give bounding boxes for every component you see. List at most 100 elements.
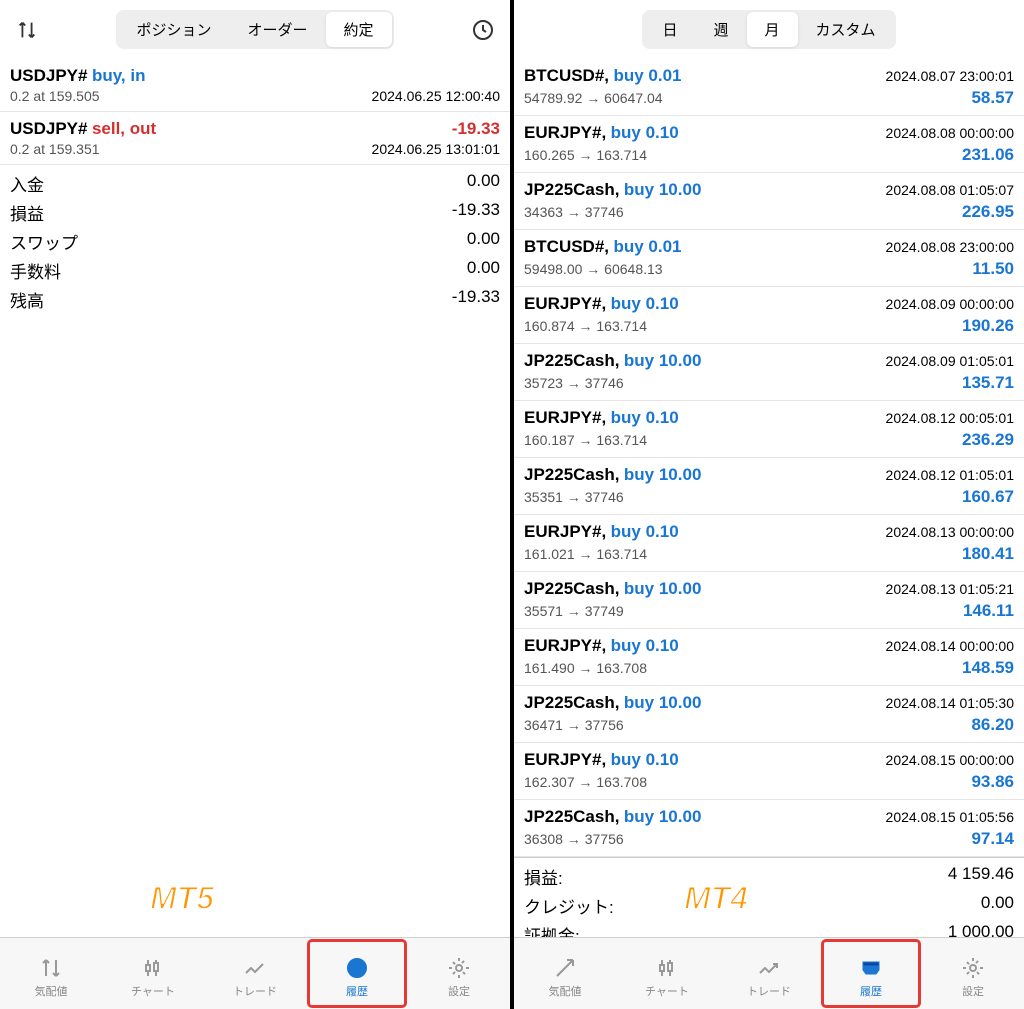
- action-label: buy 0.10: [611, 408, 679, 427]
- trade-value: 58.57: [971, 88, 1014, 108]
- trade-value: -19.33: [452, 119, 500, 139]
- nav-tab-chart[interactable]: チャート: [102, 938, 204, 1009]
- tabbar-right: 気配値 チャートトレード履歴 設定: [514, 937, 1024, 1009]
- mt5-pane: ポジション オーダー 約定 USDJPY# buy, in 0.2 at 159…: [0, 0, 510, 1009]
- nav-label: 履歴: [860, 983, 882, 999]
- trade-timestamp: 2024.08.13 01:05:21: [886, 581, 1014, 597]
- nav-tab-trade[interactable]: トレード: [204, 938, 306, 1009]
- trade-row[interactable]: EURJPY#, buy 0.10 2024.08.12 00:05:01 16…: [514, 401, 1024, 458]
- nav-label: 履歴: [346, 983, 368, 999]
- trade-detail: 0.2 at 159.505: [10, 88, 100, 104]
- action-label: buy 10.00: [624, 807, 702, 826]
- action-label: buy, in: [92, 66, 146, 85]
- trade-detail: 59498.00 → 60648.13: [524, 261, 663, 277]
- trade-icon: [242, 955, 268, 981]
- trade-timestamp: 2024.08.14 01:05:30: [886, 695, 1014, 711]
- trade-timestamp: 2024.08.15 01:05:56: [886, 809, 1014, 825]
- tab-order[interactable]: オーダー: [229, 12, 325, 47]
- trades-list-right: BTCUSD#, buy 0.01 2024.08.07 23:00:01 54…: [514, 59, 1024, 937]
- tab-day[interactable]: 日: [644, 12, 695, 47]
- trade-value: 86.20: [971, 715, 1014, 735]
- trade-timestamp: 2024.08.13 00:00:00: [886, 524, 1014, 540]
- trade-row[interactable]: USDJPY# buy, in 0.2 at 159.505 2024.06.2…: [0, 59, 510, 112]
- trade-value: 146.11: [963, 601, 1014, 621]
- summary-value: 1 000.00: [948, 922, 1014, 937]
- summary-label: 損益:: [524, 864, 563, 889]
- nav-tab-chart[interactable]: チャート: [616, 938, 718, 1009]
- settings-icon: [446, 955, 472, 981]
- nav-tab-history[interactable]: 履歴: [820, 938, 922, 1009]
- nav-tab-history[interactable]: 履歴: [306, 938, 408, 1009]
- trade-timestamp: 2024.08.08 23:00:00: [886, 239, 1014, 255]
- trade-row[interactable]: JP225Cash, buy 10.00 2024.08.12 01:05:01…: [514, 458, 1024, 515]
- trade-detail: 35571 → 37749: [524, 603, 624, 619]
- trade-detail: 36308 → 37756: [524, 831, 624, 847]
- nav-label: 気配値: [549, 983, 582, 999]
- trade-detail: 160.874 → 163.714: [524, 318, 647, 334]
- nav-tab-settings[interactable]: 設定: [408, 938, 510, 1009]
- summary-value: -19.33: [452, 287, 500, 312]
- trade-row[interactable]: BTCUSD#, buy 0.01 2024.08.08 23:00:00 59…: [514, 230, 1024, 287]
- nav-tab-trade[interactable]: トレード: [718, 938, 820, 1009]
- trade-timestamp: 2024.06.25 12:00:40: [372, 88, 500, 104]
- trade-row[interactable]: JP225Cash, buy 10.00 2024.08.09 01:05:01…: [514, 344, 1024, 401]
- sort-icon[interactable]: [14, 17, 40, 43]
- action-label: buy 10.00: [624, 465, 702, 484]
- header-left: ポジション オーダー 約定: [0, 0, 510, 59]
- trade-row[interactable]: USDJPY# sell, out -19.33 0.2 at 159.351 …: [0, 112, 510, 165]
- tab-custom[interactable]: カスタム: [798, 12, 894, 47]
- symbol: JP225Cash,: [524, 180, 619, 199]
- summary-label: 手数料: [10, 258, 61, 283]
- action-label: buy 0.10: [611, 636, 679, 655]
- nav-tab-settings[interactable]: 設定: [922, 938, 1024, 1009]
- tab-month[interactable]: 月: [747, 12, 798, 47]
- summary-row: 証拠金:1 000.00: [524, 920, 1014, 937]
- summary-value: 0.00: [467, 229, 500, 254]
- nav-label: 設定: [448, 983, 470, 999]
- symbol: JP225Cash,: [524, 693, 619, 712]
- trade-row[interactable]: JP225Cash, buy 10.00 2024.08.15 01:05:56…: [514, 800, 1024, 857]
- action-label: buy 0.10: [611, 750, 679, 769]
- history-icon: [344, 955, 370, 981]
- tab-deals[interactable]: 約定: [326, 12, 392, 47]
- trade-row[interactable]: EURJPY#, buy 0.10 2024.08.15 00:00:00 16…: [514, 743, 1024, 800]
- tab-week[interactable]: 週: [695, 12, 746, 47]
- trade-timestamp: 2024.06.25 13:01:01: [372, 141, 500, 157]
- trade-detail: 161.021 → 163.714: [524, 546, 647, 562]
- summary-row: 損益: 4 159.46: [524, 862, 1014, 891]
- trade-value: 160.67: [962, 487, 1014, 507]
- trade-row[interactable]: EURJPY#, buy 0.10 2024.08.09 00:00:00 16…: [514, 287, 1024, 344]
- trade-row[interactable]: JP225Cash, buy 10.00 2024.08.14 01:05:30…: [514, 686, 1024, 743]
- action-label: sell, out: [92, 119, 156, 138]
- trade-detail: 0.2 at 159.351: [10, 141, 100, 157]
- trade-row[interactable]: EURJPY#, buy 0.10 2024.08.13 00:00:00 16…: [514, 515, 1024, 572]
- tabbar-left: 気配値チャートトレード 履歴 設定: [0, 937, 510, 1009]
- trade-row[interactable]: EURJPY#, buy 0.10 2024.08.14 00:00:00 16…: [514, 629, 1024, 686]
- symbol: EURJPY#,: [524, 408, 606, 427]
- trade-detail: 160.187 → 163.714: [524, 432, 647, 448]
- trade-row[interactable]: BTCUSD#, buy 0.01 2024.08.07 23:00:01 54…: [514, 59, 1024, 116]
- action-label: buy 0.10: [611, 522, 679, 541]
- summary-row: 残高-19.33: [10, 285, 500, 314]
- header-right: 日 週 月 カスタム: [514, 0, 1024, 59]
- trade-detail: 54789.92 → 60647.04: [524, 90, 663, 106]
- segmented-control-right: 日 週 月 カスタム: [642, 10, 895, 49]
- trade-row[interactable]: JP225Cash, buy 10.00 2024.08.13 01:05:21…: [514, 572, 1024, 629]
- trade-timestamp: 2024.08.09 00:00:00: [886, 296, 1014, 312]
- symbol: JP225Cash,: [524, 579, 619, 598]
- trade-timestamp: 2024.08.12 01:05:01: [886, 467, 1014, 483]
- tab-position[interactable]: ポジション: [118, 12, 229, 47]
- clock-icon[interactable]: [470, 17, 496, 43]
- nav-tab-quotes[interactable]: 気配値: [0, 938, 102, 1009]
- action-label: buy 0.01: [613, 237, 681, 256]
- trade-value: 231.06: [962, 145, 1014, 165]
- summary-value: 4 159.46: [948, 864, 1014, 889]
- trade-row[interactable]: JP225Cash, buy 10.00 2024.08.08 01:05:07…: [514, 173, 1024, 230]
- settings-icon: [960, 955, 986, 981]
- summary-value: 0.00: [467, 258, 500, 283]
- action-label: buy 10.00: [624, 180, 702, 199]
- trade-row[interactable]: EURJPY#, buy 0.10 2024.08.08 00:00:00 16…: [514, 116, 1024, 173]
- nav-label: トレード: [233, 983, 277, 999]
- nav-tab-quotes[interactable]: 気配値: [514, 938, 616, 1009]
- trade-timestamp: 2024.08.12 00:05:01: [886, 410, 1014, 426]
